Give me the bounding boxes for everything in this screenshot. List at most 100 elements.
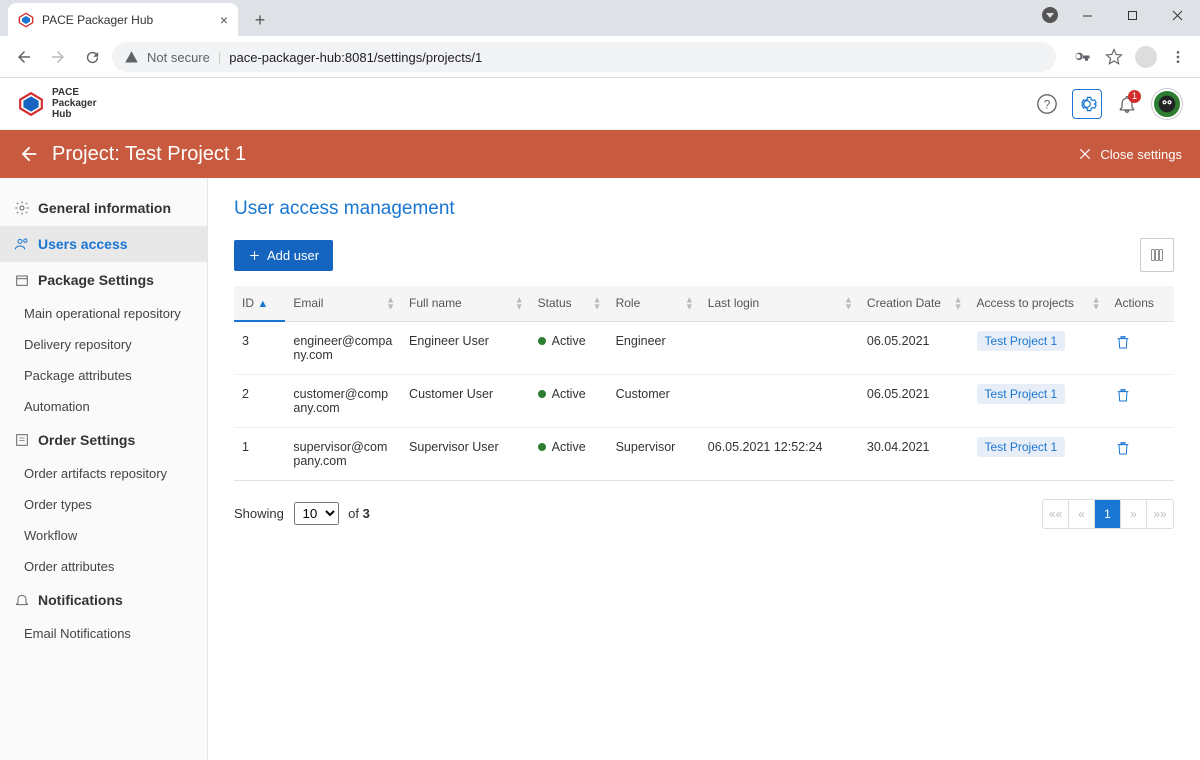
pagination: «« « 1 » »»	[1042, 499, 1174, 529]
bell-icon[interactable]: 1	[1116, 93, 1138, 115]
project-chip[interactable]: Test Project 1	[977, 437, 1066, 457]
table-row[interactable]: 2customer@company.comCustomer UserActive…	[234, 374, 1174, 427]
sidebar-item-package[interactable]: Package Settings	[0, 262, 207, 298]
page-first[interactable]: ««	[1043, 500, 1069, 528]
add-user-label: Add user	[267, 248, 319, 263]
showing-info: Showing 10 of 3	[234, 502, 370, 525]
cell-role: Engineer	[608, 321, 700, 374]
users-table: ID ▲ Email▲▼ Full name▲▼ Status▲▼ Role▲▼…	[234, 286, 1174, 481]
window-account-icon[interactable]	[1035, 0, 1065, 30]
col-id[interactable]: ID ▲	[234, 286, 285, 321]
window-close-icon[interactable]	[1155, 0, 1200, 30]
settings-icon[interactable]	[1072, 89, 1102, 119]
sidebar-link[interactable]: Order attributes	[0, 551, 207, 582]
browser-tab[interactable]: PACE Packager Hub ×	[8, 3, 238, 36]
logo-icon	[18, 91, 44, 117]
columns-button[interactable]	[1140, 238, 1174, 272]
col-lastlogin[interactable]: Last login▲▼	[700, 286, 859, 321]
nav-back-icon[interactable]	[10, 43, 38, 71]
sidebar-link[interactable]: Order types	[0, 489, 207, 520]
page-prev[interactable]: «	[1069, 500, 1095, 528]
nav-reload-icon[interactable]	[78, 43, 106, 71]
list-icon	[14, 432, 30, 448]
sidebar-item-users[interactable]: Users access	[0, 226, 207, 262]
col-email[interactable]: Email▲▼	[285, 286, 401, 321]
main-content: User access management Add user ID ▲ Ema…	[208, 178, 1200, 760]
sidebar-link[interactable]: Email Notifications	[0, 618, 207, 649]
cell-access: Test Project 1	[969, 427, 1107, 480]
cell-access: Test Project 1	[969, 321, 1107, 374]
cell-fullname: Supervisor User	[401, 427, 530, 480]
cell-fullname: Engineer User	[401, 321, 530, 374]
sidebar-link[interactable]: Workflow	[0, 520, 207, 551]
not-secure-label: Not secure	[147, 50, 210, 65]
back-arrow-icon[interactable]	[18, 143, 40, 165]
trash-icon[interactable]	[1115, 440, 1166, 456]
cell-lastlogin: 06.05.2021 12:52:24	[700, 427, 859, 480]
sidebar: General information Users access Package…	[0, 178, 208, 760]
profile-icon[interactable]	[1134, 45, 1158, 69]
cell-actions	[1107, 321, 1174, 374]
new-tab-button[interactable]: +	[246, 6, 274, 34]
sidebar-link[interactable]: Order artifacts repository	[0, 458, 207, 489]
add-user-button[interactable]: Add user	[234, 240, 333, 271]
page-title: User access management	[234, 198, 1174, 220]
cell-id: 2	[234, 374, 285, 427]
cell-email: customer@company.com	[285, 374, 401, 427]
window-maximize-icon[interactable]	[1110, 0, 1155, 30]
menu-icon[interactable]	[1166, 45, 1190, 69]
page-current[interactable]: 1	[1095, 500, 1121, 528]
key-icon[interactable]	[1070, 45, 1094, 69]
sidebar-link[interactable]: Main operational repository	[0, 298, 207, 329]
cell-lastlogin	[700, 374, 859, 427]
sidebar-link[interactable]: Delivery repository	[0, 329, 207, 360]
sidebar-link[interactable]: Package attributes	[0, 360, 207, 391]
project-title: Project: Test Project 1	[52, 143, 246, 166]
table-row[interactable]: 1supervisor@company.comSupervisor UserAc…	[234, 427, 1174, 480]
close-settings-label: Close settings	[1100, 147, 1182, 162]
sidebar-label: Package Settings	[38, 272, 154, 288]
help-icon[interactable]: ?	[1036, 93, 1058, 115]
col-creation[interactable]: Creation Date▲▼	[859, 286, 969, 321]
app-logo[interactable]: PACE Packager Hub	[18, 87, 96, 120]
col-status[interactable]: Status▲▼	[530, 286, 608, 321]
project-bar: Project: Test Project 1 Close settings	[0, 130, 1200, 178]
tab-close-icon[interactable]: ×	[220, 12, 228, 28]
col-access[interactable]: Access to projects▲▼	[969, 286, 1107, 321]
cell-creation: 30.04.2021	[859, 427, 969, 480]
sidebar-link[interactable]: Automation	[0, 391, 207, 422]
tab-strip: PACE Packager Hub × +	[0, 0, 1200, 36]
col-fullname[interactable]: Full name▲▼	[401, 286, 530, 321]
package-icon	[14, 272, 30, 288]
address-bar[interactable]: Not secure | pace-packager-hub:8081/sett…	[112, 42, 1056, 72]
close-settings-button[interactable]: Close settings	[1078, 147, 1182, 162]
col-role[interactable]: Role▲▼	[608, 286, 700, 321]
sidebar-label: Notifications	[38, 592, 123, 608]
sidebar-item-notifications[interactable]: Notifications	[0, 582, 207, 618]
logo-text-3: Hub	[52, 109, 96, 120]
sidebar-item-general[interactable]: General information	[0, 190, 207, 226]
sidebar-label: Order Settings	[38, 432, 135, 448]
project-chip[interactable]: Test Project 1	[977, 384, 1066, 404]
project-chip[interactable]: Test Project 1	[977, 331, 1066, 351]
cell-status: Active	[530, 321, 608, 374]
not-secure-icon	[124, 50, 139, 65]
page-size-select[interactable]: 10	[294, 502, 339, 525]
table-row[interactable]: 3engineer@company.comEngineer UserActive…	[234, 321, 1174, 374]
page-next[interactable]: »	[1121, 500, 1147, 528]
tab-title: PACE Packager Hub	[42, 13, 220, 27]
trash-icon[interactable]	[1115, 387, 1166, 403]
notification-badge: 1	[1128, 90, 1141, 103]
logo-text-1: PACE	[52, 87, 96, 98]
sidebar-item-order[interactable]: Order Settings	[0, 422, 207, 458]
cell-status: Active	[530, 427, 608, 480]
page-last[interactable]: »»	[1147, 500, 1173, 528]
user-avatar[interactable]	[1152, 89, 1182, 119]
window-minimize-icon[interactable]	[1065, 0, 1110, 30]
cell-access: Test Project 1	[969, 374, 1107, 427]
trash-icon[interactable]	[1115, 334, 1166, 350]
sidebar-label: General information	[38, 200, 171, 216]
cell-creation: 06.05.2021	[859, 321, 969, 374]
cell-creation: 06.05.2021	[859, 374, 969, 427]
star-icon[interactable]	[1102, 45, 1126, 69]
